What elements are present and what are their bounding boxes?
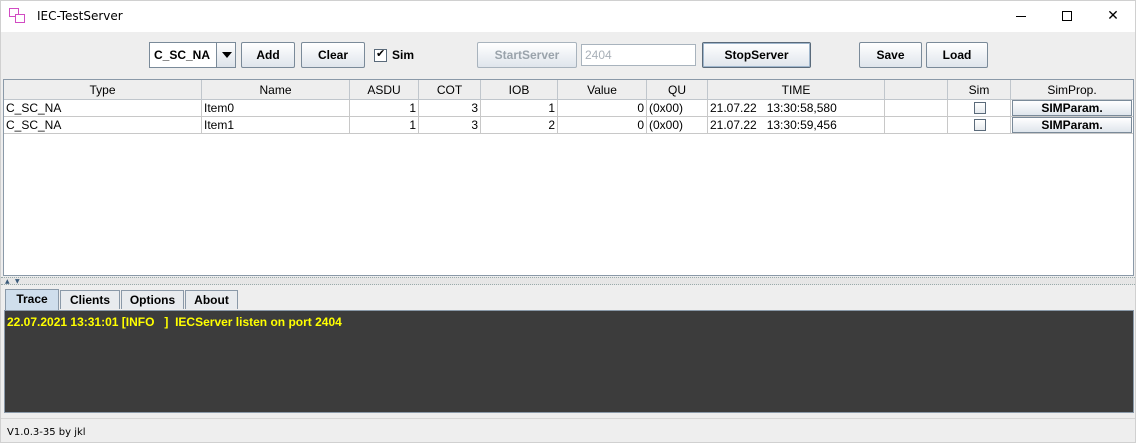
cell-simprop: SIMParam.: [1011, 100, 1133, 117]
split-pane-divider[interactable]: ▲ ▼: [1, 277, 1135, 285]
column-header-asdu[interactable]: ASDU: [350, 80, 419, 100]
items-table[interactable]: Type Name ASDU COT IOB Value QU TIME Sim…: [3, 79, 1134, 276]
column-header-sim[interactable]: Sim: [948, 80, 1011, 100]
column-header-iob[interactable]: IOB: [481, 80, 558, 100]
cell-name[interactable]: Item1: [202, 117, 350, 134]
sim-checkbox[interactable]: [374, 47, 387, 62]
start-server-button[interactable]: StartServer: [477, 42, 577, 68]
tab-options[interactable]: Options: [121, 290, 184, 309]
table-row[interactable]: C_SC_NA Item1 1 3 2 0 (0x00) 21.07.22 13…: [4, 117, 1133, 134]
cell-cot[interactable]: 3: [419, 100, 481, 117]
collapse-down-icon[interactable]: ▼: [15, 279, 20, 285]
cell-type[interactable]: C_SC_NA: [4, 117, 202, 134]
sim-checkbox-label: Sim: [392, 48, 415, 62]
close-icon: ✕: [1107, 8, 1119, 24]
app-logo-icon: [9, 8, 27, 25]
toolbar: C_SC_NA Add Clear Sim StartServer 2404 S…: [1, 32, 1135, 78]
stop-server-button[interactable]: StopServer: [702, 42, 811, 68]
trace-log-line: 22.07.2021 13:31:01 [INFO ] IECServer li…: [7, 315, 342, 329]
cell-iob[interactable]: 1: [481, 100, 558, 117]
add-button[interactable]: Add: [241, 42, 295, 68]
type-select[interactable]: C_SC_NA: [149, 42, 236, 68]
trace-log[interactable]: 22.07.2021 13:31:01 [INFO ] IECServer li…: [4, 310, 1134, 413]
app-window: IEC-TestServer ✕ C_SC_NA Add Clear Sim S…: [0, 0, 1136, 443]
minimize-button[interactable]: [998, 1, 1044, 32]
column-header-simprop[interactable]: SimProp.: [1011, 80, 1133, 100]
version-label: V1.0.3-35 by jkl: [7, 427, 86, 438]
cell-time[interactable]: 21.07.22 13:30:58,580: [708, 100, 885, 117]
window-title: IEC-TestServer: [37, 9, 123, 23]
sim-param-button[interactable]: SIMParam.: [1012, 117, 1132, 133]
sim-param-button[interactable]: SIMParam.: [1012, 100, 1132, 116]
tab-trace[interactable]: Trace: [5, 289, 59, 310]
cell-simprop: SIMParam.: [1011, 117, 1133, 134]
sim-row-checkbox[interactable]: [974, 102, 986, 114]
cell-value[interactable]: 0: [558, 117, 647, 134]
maximize-icon: [1062, 11, 1072, 21]
cell-extra[interactable]: [885, 100, 948, 117]
column-header-extra[interactable]: [885, 80, 948, 100]
title-bar[interactable]: IEC-TestServer ✕: [1, 1, 1135, 32]
cell-qu[interactable]: (0x00): [647, 100, 708, 117]
cell-extra[interactable]: [885, 117, 948, 134]
cell-asdu[interactable]: 1: [350, 100, 419, 117]
port-input[interactable]: 2404: [581, 44, 696, 66]
column-header-qu[interactable]: QU: [647, 80, 708, 100]
cell-value[interactable]: 0: [558, 100, 647, 117]
cell-iob[interactable]: 2: [481, 117, 558, 134]
chevron-down-icon[interactable]: [216, 43, 235, 67]
cell-qu[interactable]: (0x00): [647, 117, 708, 134]
table-header: Type Name ASDU COT IOB Value QU TIME Sim…: [4, 80, 1133, 100]
column-header-time[interactable]: TIME: [708, 80, 885, 100]
column-header-type[interactable]: Type: [4, 80, 202, 100]
save-button[interactable]: Save: [859, 42, 922, 68]
minimize-icon: [1016, 15, 1026, 17]
sim-row-checkbox[interactable]: [974, 119, 986, 131]
status-bar: V1.0.3-35 by jkl: [1, 418, 1135, 442]
tab-about[interactable]: About: [185, 290, 238, 309]
column-header-cot[interactable]: COT: [419, 80, 481, 100]
clear-button[interactable]: Clear: [301, 42, 365, 68]
cell-type[interactable]: C_SC_NA: [4, 100, 202, 117]
close-button[interactable]: ✕: [1090, 1, 1136, 32]
maximize-button[interactable]: [1044, 1, 1090, 32]
cell-name[interactable]: Item0: [202, 100, 350, 117]
column-header-value[interactable]: Value: [558, 80, 647, 100]
type-select-value: C_SC_NA: [154, 48, 211, 62]
table-row[interactable]: C_SC_NA Item0 1 3 1 0 (0x00) 21.07.22 13…: [4, 100, 1133, 117]
column-header-name[interactable]: Name: [202, 80, 350, 100]
cell-sim: [948, 100, 1011, 117]
cell-asdu[interactable]: 1: [350, 117, 419, 134]
load-button[interactable]: Load: [926, 42, 988, 68]
cell-cot[interactable]: 3: [419, 117, 481, 134]
collapse-up-icon[interactable]: ▲: [5, 279, 10, 285]
cell-time[interactable]: 21.07.22 13:30:59,456: [708, 117, 885, 134]
cell-sim: [948, 117, 1011, 134]
tab-clients[interactable]: Clients: [60, 290, 120, 309]
